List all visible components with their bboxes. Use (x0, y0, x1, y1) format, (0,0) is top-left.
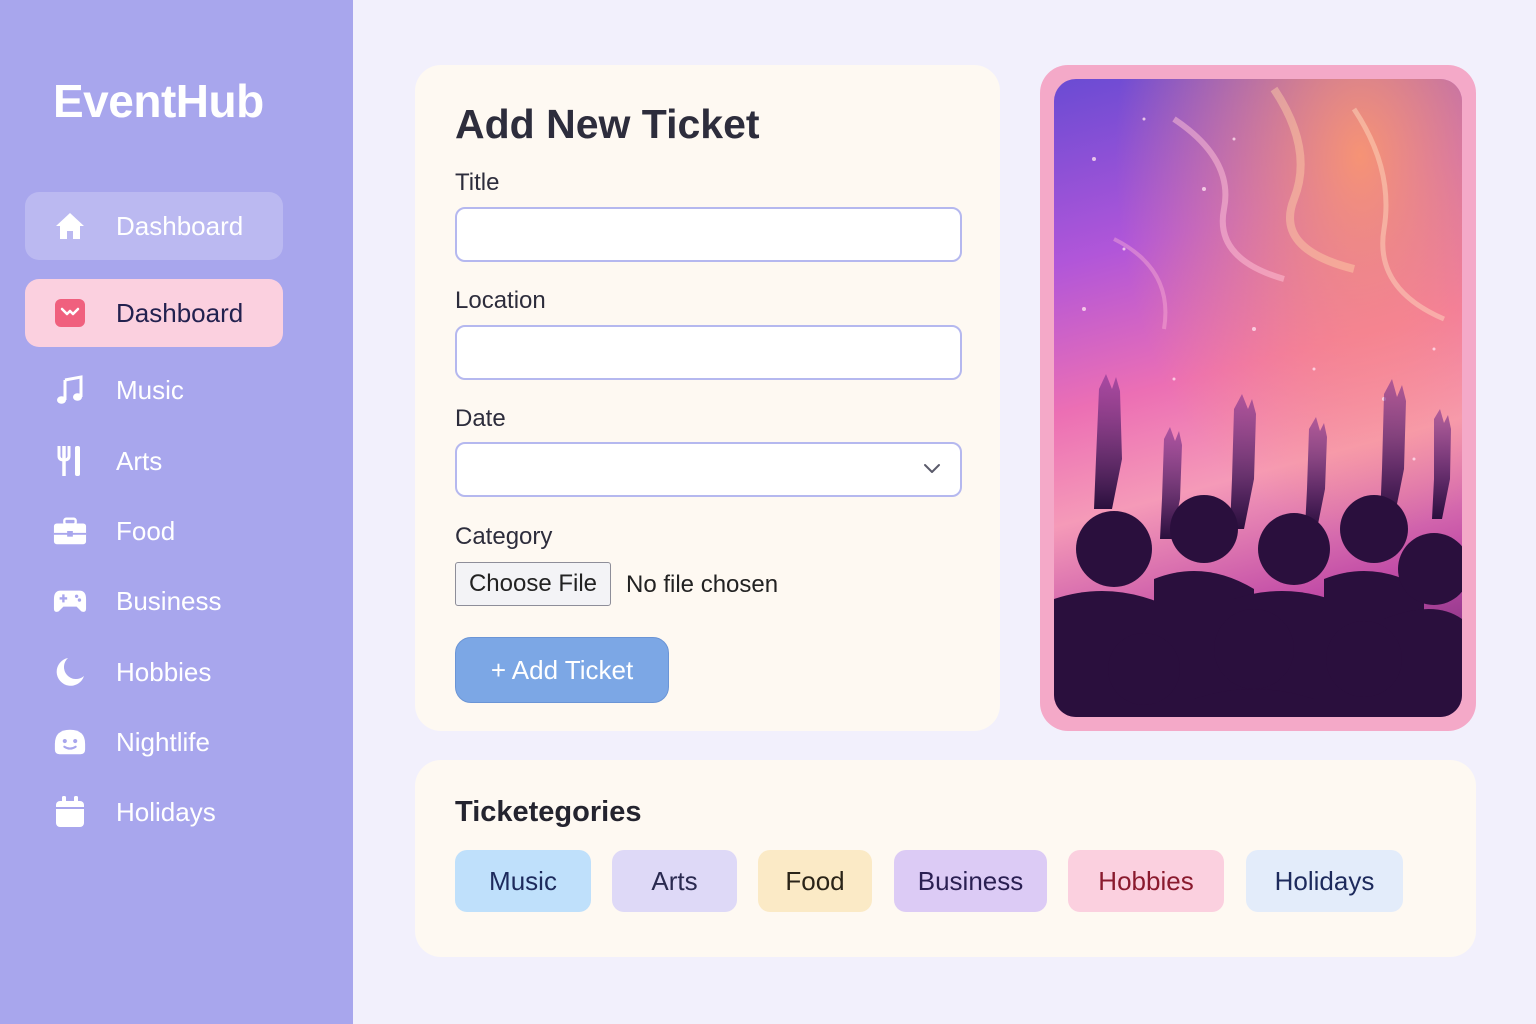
location-label: Location (455, 287, 546, 314)
sidebar-item-label: Music (116, 374, 184, 405)
briefcase-icon (53, 514, 87, 548)
sidebar-item-dashboard-active[interactable]: Dashboard (25, 279, 283, 347)
sidebar-item-label: Dashboard (116, 210, 244, 241)
category-chip-music[interactable]: Music (455, 850, 591, 912)
home-icon (53, 209, 87, 243)
category-chip-hobbies[interactable]: Hobbies (1068, 850, 1224, 912)
sidebar-item-label: Hobbies (116, 656, 212, 687)
category-chip-food[interactable]: Food (758, 850, 872, 912)
location-input[interactable] (455, 325, 962, 380)
form-title: Add New Ticket (455, 101, 760, 147)
brand-logo[interactable]: EventHub (53, 74, 264, 128)
moon-icon (53, 655, 87, 689)
sidebar-item-label: Food (116, 515, 176, 546)
sidebar-item-label: Arts (116, 445, 163, 476)
sidebar-item-label: Business (116, 585, 222, 616)
smiley-icon (53, 725, 87, 759)
sidebar-item-business[interactable]: Business (25, 567, 283, 635)
concert-crowd-image (1054, 79, 1462, 717)
sidebar-item-label: Nightlife (116, 726, 210, 757)
gamepad-icon (53, 584, 87, 618)
category-chip-holidays[interactable]: Holidays (1246, 850, 1403, 912)
sidebar-item-dashboard[interactable]: Dashboard (25, 192, 283, 260)
hero-image-frame (1040, 65, 1476, 731)
sidebar-item-label: Dashboard (116, 297, 244, 328)
add-ticket-form: Add New Ticket Title Location Date Categ… (415, 65, 1000, 731)
category-label: Category (455, 523, 553, 550)
add-ticket-button[interactable]: + Add Ticket (455, 637, 669, 703)
calendar-icon (53, 795, 87, 829)
sidebar: EventHub Dashboard Dashboard Music Arts … (0, 0, 353, 1024)
categories-title: Ticketegories (455, 796, 642, 828)
sidebar-item-arts[interactable]: Arts (25, 427, 283, 495)
chevron-down-icon (922, 461, 942, 480)
sidebar-item-hobbies[interactable]: Hobbies (25, 638, 283, 706)
choose-file-button[interactable]: Choose File (455, 562, 611, 606)
sidebar-item-nightlife[interactable]: Nightlife (25, 708, 283, 776)
sidebar-item-label: Holidays (116, 796, 216, 827)
category-chip-business[interactable]: Business (894, 850, 1047, 912)
file-status: No file chosen (626, 571, 779, 598)
ticket-categories-panel: Ticketegories Music Arts Food Business H… (415, 760, 1476, 957)
sidebar-item-music[interactable]: Music (25, 356, 283, 424)
date-select[interactable] (455, 442, 962, 497)
sidebar-item-holidays[interactable]: Holidays (25, 778, 283, 846)
title-label: Title (455, 169, 500, 196)
category-chip-arts[interactable]: Arts (612, 850, 737, 912)
sidebar-item-food[interactable]: Food (25, 497, 283, 565)
fork-knife-icon (53, 444, 87, 478)
title-input[interactable] (455, 207, 962, 262)
music-note-icon (53, 373, 87, 407)
inbox-icon (53, 296, 87, 330)
date-label: Date (455, 405, 506, 432)
